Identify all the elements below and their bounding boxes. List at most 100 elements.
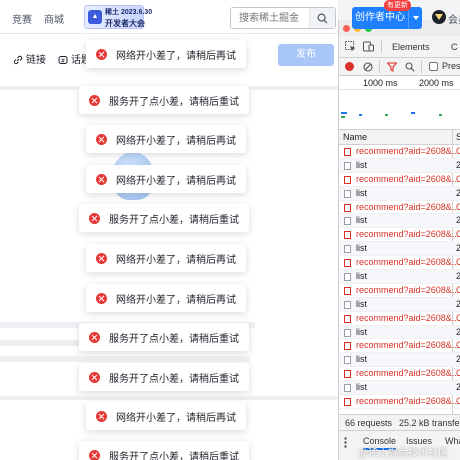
request-row[interactable]: recommend?aid=2608&...C — [339, 173, 460, 187]
request-name: recommend?aid=2608&... — [356, 257, 460, 268]
search-network-icon[interactable] — [405, 62, 415, 72]
timeline-bar — [411, 112, 415, 114]
request-document-icon — [344, 342, 351, 351]
banner-date-text: 稀土 2023.6.30 — [105, 9, 153, 16]
error-toast: 服务开了点小差，请稍后重试 — [79, 363, 249, 391]
skeleton-divider — [0, 396, 338, 400]
toast-message: 网络开小差了，请稍后再试 — [116, 294, 236, 306]
request-row[interactable]: list 2 — [339, 381, 460, 396]
link-tool-label: 链接 — [26, 55, 46, 66]
devtools-panel: Elements C Prese 1000 ms 2000 ms Name S … — [338, 20, 460, 460]
preserve-log-checkbox[interactable] — [429, 62, 438, 71]
error-icon — [96, 410, 107, 422]
request-document-icon — [344, 175, 351, 184]
creator-menu-dropdown[interactable] — [408, 7, 422, 29]
request-row[interactable]: list 2 — [339, 214, 460, 229]
toast-message: 网络开小差了，请稍后再试 — [116, 135, 236, 147]
request-row[interactable]: list 2 — [339, 325, 460, 340]
request-document-icon — [344, 370, 351, 379]
tick-label: 1000 ms — [363, 78, 398, 88]
request-name: list — [356, 298, 367, 309]
device-toggle-icon[interactable] — [363, 41, 374, 52]
request-status: C — [456, 396, 460, 406]
top-navigation: 竞赛 商城 ▲ 稀土 2023.6.30 开发者大会 — [0, 0, 338, 34]
request-row[interactable]: recommend?aid=2608&...C — [339, 228, 460, 243]
request-row[interactable]: recommend?aid=2608&...C — [339, 201, 460, 215]
request-document-icon — [344, 203, 351, 212]
preserve-log-label: Prese — [442, 61, 460, 71]
request-row[interactable]: recommend?aid=2608&...C — [339, 284, 460, 298]
request-status: C — [456, 313, 460, 323]
tick-label: 2000 ms — [419, 78, 454, 88]
error-icon — [89, 331, 100, 343]
request-row[interactable]: list 2 — [339, 186, 460, 201]
toast-message: 服务开了点小差，请稍后重试 — [109, 333, 239, 345]
request-name: list — [356, 159, 367, 170]
request-row[interactable]: list 2 — [339, 270, 460, 284]
search-icon — [317, 13, 328, 24]
request-name: list — [356, 215, 367, 226]
request-document-icon — [344, 398, 351, 407]
request-row[interactable]: list 2 — [339, 353, 460, 368]
timeline-bar — [341, 116, 345, 118]
timeline-bar — [439, 114, 442, 116]
clear-icon[interactable] — [363, 62, 373, 72]
insert-link-tool[interactable]: 链接 — [13, 51, 46, 66]
skeleton-line — [0, 356, 250, 362]
request-status: C — [456, 257, 460, 267]
devtools-tabs: Elements C — [339, 36, 460, 58]
nav-link-shop[interactable]: 商城 — [44, 11, 64, 26]
request-row[interactable]: list 2 — [339, 158, 460, 173]
error-toast: 服务开了点小差，请稍后重试 — [79, 204, 249, 232]
column-header-status[interactable]: S — [456, 132, 460, 142]
publish-button[interactable]: 发布 — [278, 44, 334, 66]
search-button[interactable] — [309, 8, 335, 28]
inspect-element-icon[interactable] — [345, 41, 356, 52]
request-row[interactable]: recommend?aid=2608&...C — [339, 312, 460, 326]
toast-message: 网络开小差了，请稍后再试 — [116, 254, 236, 266]
request-status: C — [456, 146, 460, 156]
transfer-size: 25.2 kB transferre — [399, 418, 460, 428]
nav-link-contest[interactable]: 竞赛 — [12, 11, 32, 26]
column-header-name[interactable]: Name — [343, 132, 367, 142]
request-row[interactable]: list 2 — [339, 242, 460, 257]
error-icon — [96, 173, 107, 185]
timeline-bar — [359, 114, 362, 116]
request-row[interactable]: recommend?aid=2608&...C — [339, 256, 460, 271]
request-status: 2 — [456, 188, 460, 198]
request-status: C — [456, 340, 460, 350]
toast-message: 服务开了点小差，请稍后重试 — [109, 451, 239, 460]
vip-label[interactable]: 会员 — [448, 11, 460, 26]
timeline-bar — [341, 112, 347, 114]
drawer-menu-icon[interactable] — [344, 437, 347, 448]
request-row[interactable]: recommend?aid=2608&...C — [339, 145, 460, 159]
request-name: recommend?aid=2608&... — [356, 340, 460, 351]
error-toast: 网络开小差了，请稍后再试 — [86, 40, 246, 68]
error-icon — [96, 252, 107, 264]
request-row[interactable]: recommend?aid=2608&...C — [339, 339, 460, 354]
request-row[interactable]: recommend?aid=2608&...C — [339, 367, 460, 382]
timeline-ruler: 1000 ms 2000 ms — [339, 76, 460, 90]
tab-console[interactable]: C — [451, 42, 458, 52]
request-document-icon — [344, 245, 351, 254]
toast-message: 服务开了点小差，请稍后重试 — [109, 214, 239, 226]
request-name: recommend?aid=2608&... — [356, 173, 460, 184]
record-icon[interactable] — [345, 62, 354, 71]
timeline-overview[interactable] — [339, 90, 460, 130]
request-row[interactable]: list 2 — [339, 297, 460, 312]
error-toast: 网络开小差了，请稍后再试 — [86, 402, 246, 430]
request-name: recommend?aid=2608&... — [356, 368, 460, 379]
vip-crown-icon[interactable] — [432, 10, 446, 24]
request-document-icon — [344, 231, 351, 240]
close-window-icon[interactable] — [343, 25, 350, 32]
request-document-icon — [344, 189, 351, 198]
request-row[interactable]: recommend?aid=2608&...C — [339, 395, 460, 409]
update-badge: 有更新 — [384, 0, 411, 11]
request-status: C — [456, 229, 460, 239]
filter-icon[interactable] — [387, 62, 397, 72]
search-input[interactable] — [239, 11, 309, 25]
error-toast: 服务开了点小差，请稍后重试 — [79, 323, 249, 351]
error-icon — [89, 449, 100, 460]
conference-banner[interactable]: ▲ 稀土 2023.6.30 开发者大会 — [84, 5, 152, 29]
tab-elements[interactable]: Elements — [392, 42, 430, 52]
